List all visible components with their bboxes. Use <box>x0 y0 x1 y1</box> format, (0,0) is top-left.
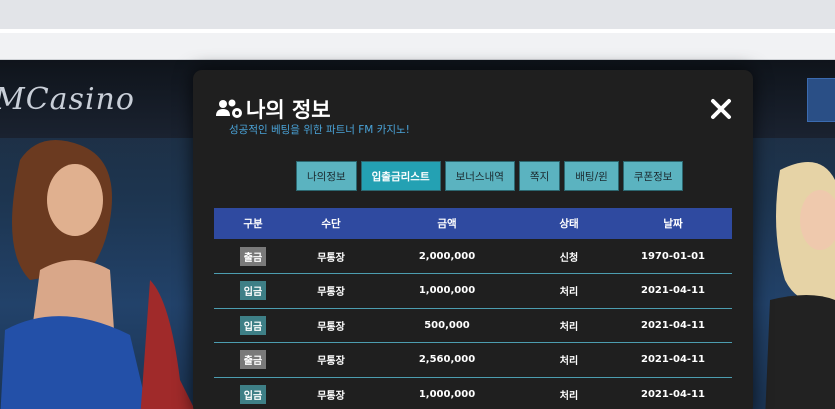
users-gear-icon <box>216 99 242 118</box>
date-cell: 2021-04-11 <box>614 308 732 343</box>
modal-header: 나의 정보 <box>215 94 331 124</box>
promo-figure-right <box>765 162 835 409</box>
column-header: 날짜 <box>614 208 732 239</box>
table-row: 출금 무통장 2,000,000 신청 1970-01-01 <box>214 239 732 274</box>
amount-cell: 2,000,000 <box>370 239 524 274</box>
status-cell: 처리 <box>524 273 614 309</box>
method-cell: 무통장 <box>292 342 370 378</box>
transactions-table: 구분 수단 금액 상태 날짜 출금 무통장 2,000,000 신청 1970-… <box>214 208 732 409</box>
method-cell: 무통장 <box>292 273 370 309</box>
type-badge: 입금 <box>239 384 267 404</box>
date-cell: 1970-01-01 <box>614 239 732 274</box>
tab-coupons[interactable]: 쿠폰정보 <box>622 161 684 191</box>
table-row: 입금 무통장 1,000,000 처리 2021-04-11 <box>214 377 732 409</box>
table-row: 입금 무통장 1,000,000 처리 2021-04-11 <box>214 273 732 309</box>
promo-figure-left <box>0 140 195 409</box>
amount-cell: 500,000 <box>370 308 524 343</box>
column-header: 상태 <box>524 208 614 239</box>
modal-title: 나의 정보 <box>246 98 331 122</box>
method-cell: 무통장 <box>292 377 370 409</box>
close-icon[interactable] <box>708 96 734 122</box>
column-header: 구분 <box>214 208 292 239</box>
browser-toolbar <box>0 33 835 60</box>
browser-top-bar <box>0 0 835 29</box>
table-row: 입금 무통장 500,000 처리 2021-04-11 <box>214 308 732 343</box>
table-row: 출금 무통장 2,560,000 처리 2021-04-11 <box>214 342 732 378</box>
header-user-button[interactable] <box>807 78 835 122</box>
my-info-modal: 나의 정보 성공적인 베팅을 위한 파트너 FM 카지노! 나의정보 입출금리스… <box>193 70 753 409</box>
date-cell: 2021-04-11 <box>614 377 732 409</box>
type-badge: 출금 <box>239 246 267 266</box>
type-badge: 입금 <box>239 281 267 301</box>
tab-transactions[interactable]: 입출금리스트 <box>360 161 441 191</box>
type-badge: 출금 <box>239 350 267 370</box>
column-header: 수단 <box>292 208 370 239</box>
status-cell: 처리 <box>524 308 614 343</box>
amount-cell: 1,000,000 <box>370 273 524 309</box>
method-cell: 무통장 <box>292 239 370 274</box>
amount-cell: 1,000,000 <box>370 377 524 409</box>
tab-betting-win[interactable]: 배팅/윈 <box>564 161 619 191</box>
status-cell: 처리 <box>524 342 614 378</box>
tab-my-info[interactable]: 나의정보 <box>296 161 357 191</box>
modal-subtitle: 성공적인 베팅을 위한 파트너 FM 카지노! <box>229 124 410 136</box>
status-cell: 신청 <box>524 239 614 274</box>
date-cell: 2021-04-11 <box>614 273 732 309</box>
amount-cell: 2,560,000 <box>370 342 524 378</box>
column-header: 금액 <box>370 208 524 239</box>
tab-bonus-history[interactable]: 보너스내역 <box>444 161 515 191</box>
method-cell: 무통장 <box>292 308 370 343</box>
table-header: 구분 수단 금액 상태 날짜 <box>214 208 732 239</box>
type-badge: 입금 <box>239 315 267 335</box>
site-logo[interactable]: MCasino <box>0 82 135 117</box>
date-cell: 2021-04-11 <box>614 342 732 378</box>
status-cell: 처리 <box>524 377 614 409</box>
info-tabs: 나의정보 입출금리스트 보너스내역 쪽지 배팅/윈 쿠폰정보 <box>296 161 684 191</box>
tab-messages[interactable]: 쪽지 <box>518 161 561 191</box>
